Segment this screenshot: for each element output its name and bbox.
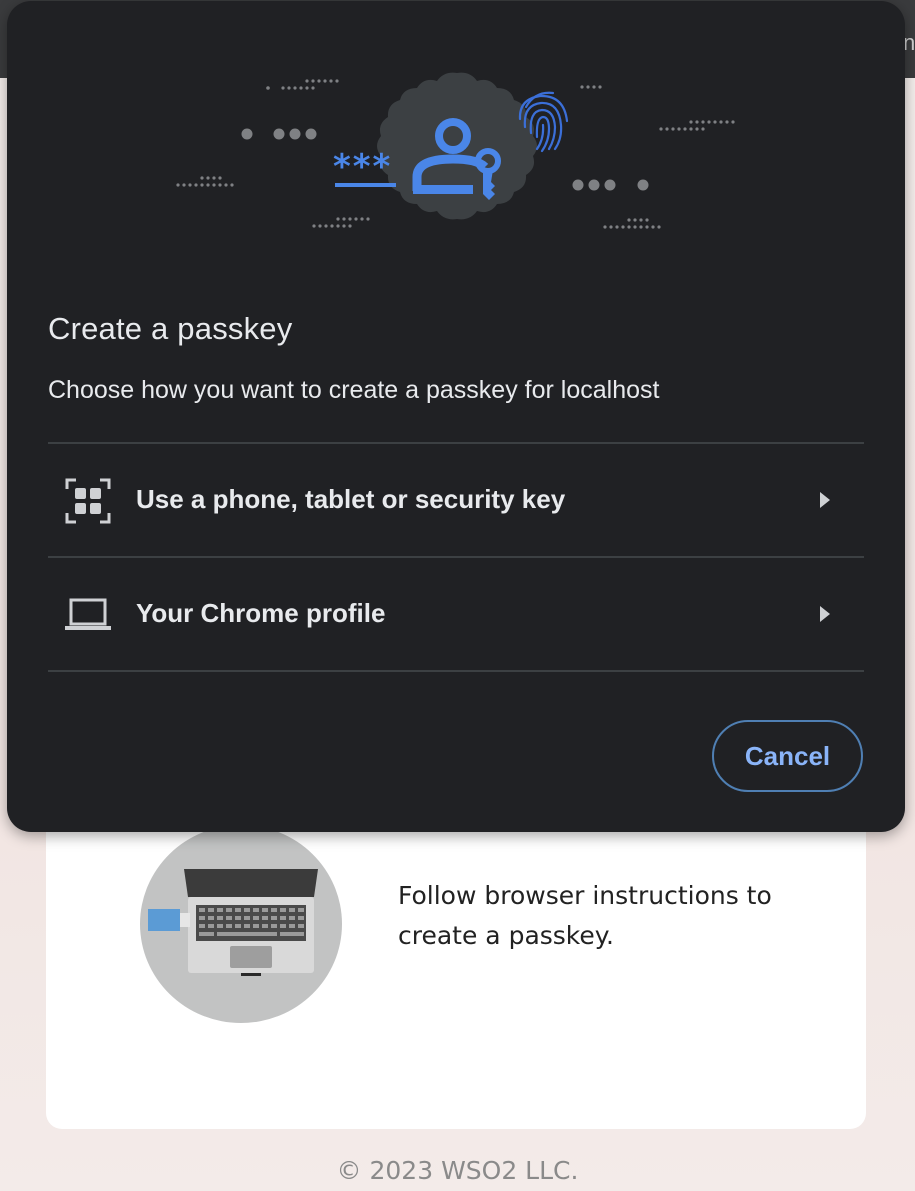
option-phone-tablet-security-key[interactable]: Use a phone, tablet or security key — [48, 444, 864, 556]
copyright-text: © 2023 WSO2 LLC. — [336, 1156, 579, 1185]
chevron-right-icon — [818, 604, 832, 624]
option-chrome-profile-label: Your Chrome profile — [136, 598, 386, 628]
cancel-button[interactable]: Cancel — [712, 720, 863, 792]
qr-code-icon — [64, 477, 112, 525]
laptop-icon — [64, 591, 112, 639]
passkey-hero-illustration: *** — [7, 1, 905, 271]
browser-instructions-text: Follow browser instructions to create a … — [398, 881, 772, 950]
option-phone-label: Use a phone, tablet or security key — [136, 484, 566, 514]
dialog-title: Create a passkey — [48, 311, 293, 346]
create-passkey-dialog: *** Create a passkey Choose how you want… — [7, 1, 905, 832]
divider — [48, 670, 864, 672]
option-chrome-profile[interactable]: Your Chrome profile — [48, 558, 864, 670]
hero-asterisks: *** — [333, 147, 392, 187]
laptop-usb-illustration — [140, 825, 342, 1023]
dialog-subtitle: Choose how you want to create a passkey … — [48, 376, 660, 404]
page-card: Follow browser instructions to create a … — [46, 790, 866, 1129]
chevron-right-icon — [818, 490, 832, 510]
